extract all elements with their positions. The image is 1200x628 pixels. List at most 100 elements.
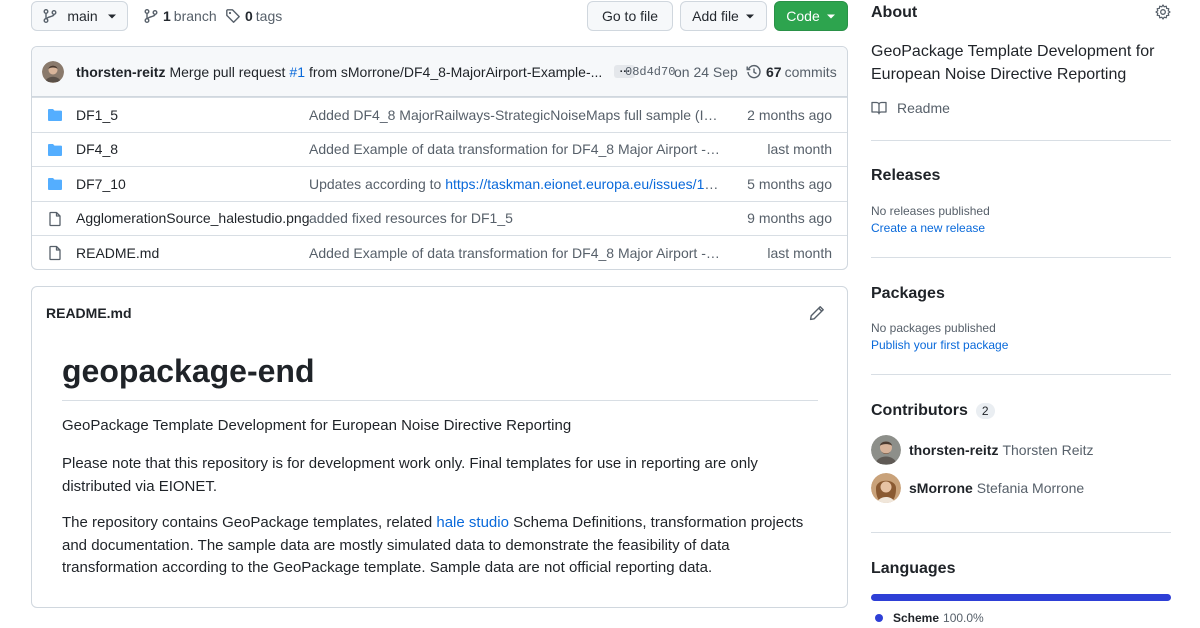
commit-message-prefix[interactable]: Merge pull request (169, 64, 285, 80)
sidebar-divider (871, 374, 1171, 375)
file-commit-message-text[interactable]: Updates according to (309, 176, 445, 192)
file-commit-message-text[interactable]: added fixed resources for DF1_5 (309, 210, 513, 226)
contributor-login[interactable]: thorsten-reitz (909, 442, 998, 458)
git-branch-icon (42, 8, 58, 24)
language-name: Scheme (893, 611, 940, 625)
hale-studio-link[interactable]: hale studio (436, 514, 509, 531)
latest-commit-bar: thorsten-reitz Merge pull request #1 fro… (32, 47, 847, 97)
folder-icon (47, 107, 63, 123)
code-button[interactable]: Code (774, 1, 848, 31)
contributor-name: Stefania Morrone (976, 480, 1085, 496)
caret-down-icon (826, 11, 836, 21)
readme-title: geopackage-end (62, 353, 818, 401)
tag-icon (225, 8, 241, 24)
commits-history-link[interactable]: 67 commits (746, 64, 837, 80)
file-row[interactable]: AgglomerationSource_halestudio.png added… (32, 200, 847, 236)
readme-paragraph: Please note that this repository is for … (62, 455, 758, 495)
file-row[interactable]: DF1_5 Added DF4_8 MajorRailways-Strategi… (32, 97, 847, 132)
branch-count: 1 (163, 8, 171, 24)
avatar[interactable] (871, 473, 901, 503)
file-name-link[interactable]: AgglomerationSource_halestudio.png (76, 210, 310, 226)
history-icon (746, 64, 762, 80)
file-commit-message[interactable]: added fixed resources for DF1_5 (309, 210, 721, 226)
sidebar-divider (871, 532, 1171, 533)
commit-author-link[interactable]: thorsten-reitz (76, 64, 165, 80)
branch-label: branch (173, 8, 217, 24)
contributor-item[interactable]: sMorrone Stefania Morrone (871, 473, 1084, 503)
file-commit-message-text[interactable]: Added DF4_8 MajorRailways-StrategicNoise… (309, 107, 721, 123)
language-bar-segment-scheme (871, 594, 1171, 601)
add-file-button[interactable]: Add file (680, 1, 767, 31)
book-icon (871, 100, 887, 116)
tags-link[interactable]: 0 tags (225, 1, 282, 31)
releases-heading[interactable]: Releases (871, 167, 940, 185)
caret-down-icon (107, 11, 117, 21)
file-commit-message[interactable]: Added Example of data transformation for… (309, 245, 721, 261)
file-row[interactable]: README.md Added Example of data transfor… (32, 235, 847, 269)
readme-header[interactable]: README.md (46, 305, 132, 321)
file-commit-message-text[interactable]: Added Example of data transformation for… (309, 141, 721, 157)
edit-pencil-icon[interactable] (809, 305, 825, 321)
language-progress-bar (871, 594, 1171, 601)
folder-icon (47, 176, 63, 192)
commit-pr-link[interactable]: #1 (289, 64, 305, 80)
file-name-link[interactable]: DF7_10 (76, 176, 126, 192)
branch-name: main (67, 8, 98, 24)
git-branch-icon (143, 8, 159, 24)
sidebar-divider (871, 140, 1171, 141)
add-file-label: Add file (692, 8, 739, 24)
file-name-link[interactable]: DF4_8 (76, 141, 118, 157)
gear-icon[interactable] (1155, 4, 1171, 20)
commit-sha-link[interactable]: 08d4d70 (625, 65, 675, 79)
go-to-file-button[interactable]: Go to file (587, 1, 673, 31)
readme-link[interactable]: Readme (871, 100, 950, 116)
language-item[interactable]: Scheme 100.0% (875, 611, 984, 625)
avatar[interactable] (42, 60, 64, 83)
releases-empty-text: No releases published (871, 204, 990, 218)
issue-link[interactable]: https://taskman.eionet.europa.eu/issues/… (445, 176, 721, 192)
file-row[interactable]: DF4_8 Added Example of data transformati… (32, 131, 847, 167)
commit-count-label: commits (784, 63, 837, 80)
packages-empty-text: No packages published (871, 321, 996, 335)
readme-text: The repository contains GeoPackage templ… (62, 514, 437, 531)
commit-date: on 24 Sep (674, 63, 738, 80)
repo-toolbar: main 1 branch 0 tags Go to file Add file… (31, 1, 848, 31)
file-commit-age: 2 months ago (747, 106, 832, 123)
file-icon (47, 245, 63, 261)
packages-heading[interactable]: Packages (871, 285, 945, 303)
code-label: Code (786, 8, 820, 24)
file-commit-age: last month (767, 141, 832, 158)
file-commit-message[interactable]: Added DF4_8 MajorRailways-StrategicNoise… (309, 107, 721, 123)
branch-selector-button[interactable]: main (31, 1, 128, 31)
file-commit-age: 9 months ago (747, 210, 832, 227)
contributors-heading[interactable]: Contributors 2 (871, 402, 995, 420)
create-release-link[interactable]: Create a new release (871, 221, 985, 235)
file-commit-age: 5 months ago (747, 175, 832, 192)
tag-count: 0 (245, 8, 253, 24)
language-color-dot (875, 614, 883, 622)
readme-paragraph: The repository contains GeoPackage templ… (62, 512, 822, 580)
contributors-count-badge: 2 (975, 403, 995, 419)
about-description: GeoPackage Template Development for Euro… (871, 43, 1155, 83)
language-percent: 100.0% (943, 611, 984, 625)
contributor-item[interactable]: thorsten-reitz Thorsten Reitz (871, 435, 1094, 465)
branches-link[interactable]: 1 branch (143, 1, 217, 31)
file-commit-message-text[interactable]: Added Example of data transformation for… (309, 245, 721, 261)
contributor-name: Thorsten Reitz (1002, 442, 1094, 458)
file-commit-message[interactable]: Added Example of data transformation for… (309, 141, 721, 157)
avatar[interactable] (871, 435, 901, 465)
caret-down-icon (745, 11, 755, 21)
folder-icon (47, 142, 63, 158)
languages-heading: Languages (871, 560, 956, 577)
commit-count: 67 (766, 63, 782, 80)
commit-message-suffix[interactable]: from sMorrone/DF4_8-MajorAirport-Example… (309, 64, 602, 80)
tag-label: tags (255, 8, 283, 24)
contributor-login[interactable]: sMorrone (909, 480, 973, 496)
file-row[interactable]: DF7_10 Updates according to https://task… (32, 166, 847, 201)
file-commit-message[interactable]: Updates according to https://taskman.eio… (309, 176, 721, 192)
file-name-link[interactable]: DF1_5 (76, 107, 118, 123)
publish-package-link[interactable]: Publish your first package (871, 338, 1008, 352)
sidebar-divider (871, 257, 1171, 258)
file-name-link[interactable]: README.md (76, 245, 159, 261)
file-icon (47, 211, 63, 227)
